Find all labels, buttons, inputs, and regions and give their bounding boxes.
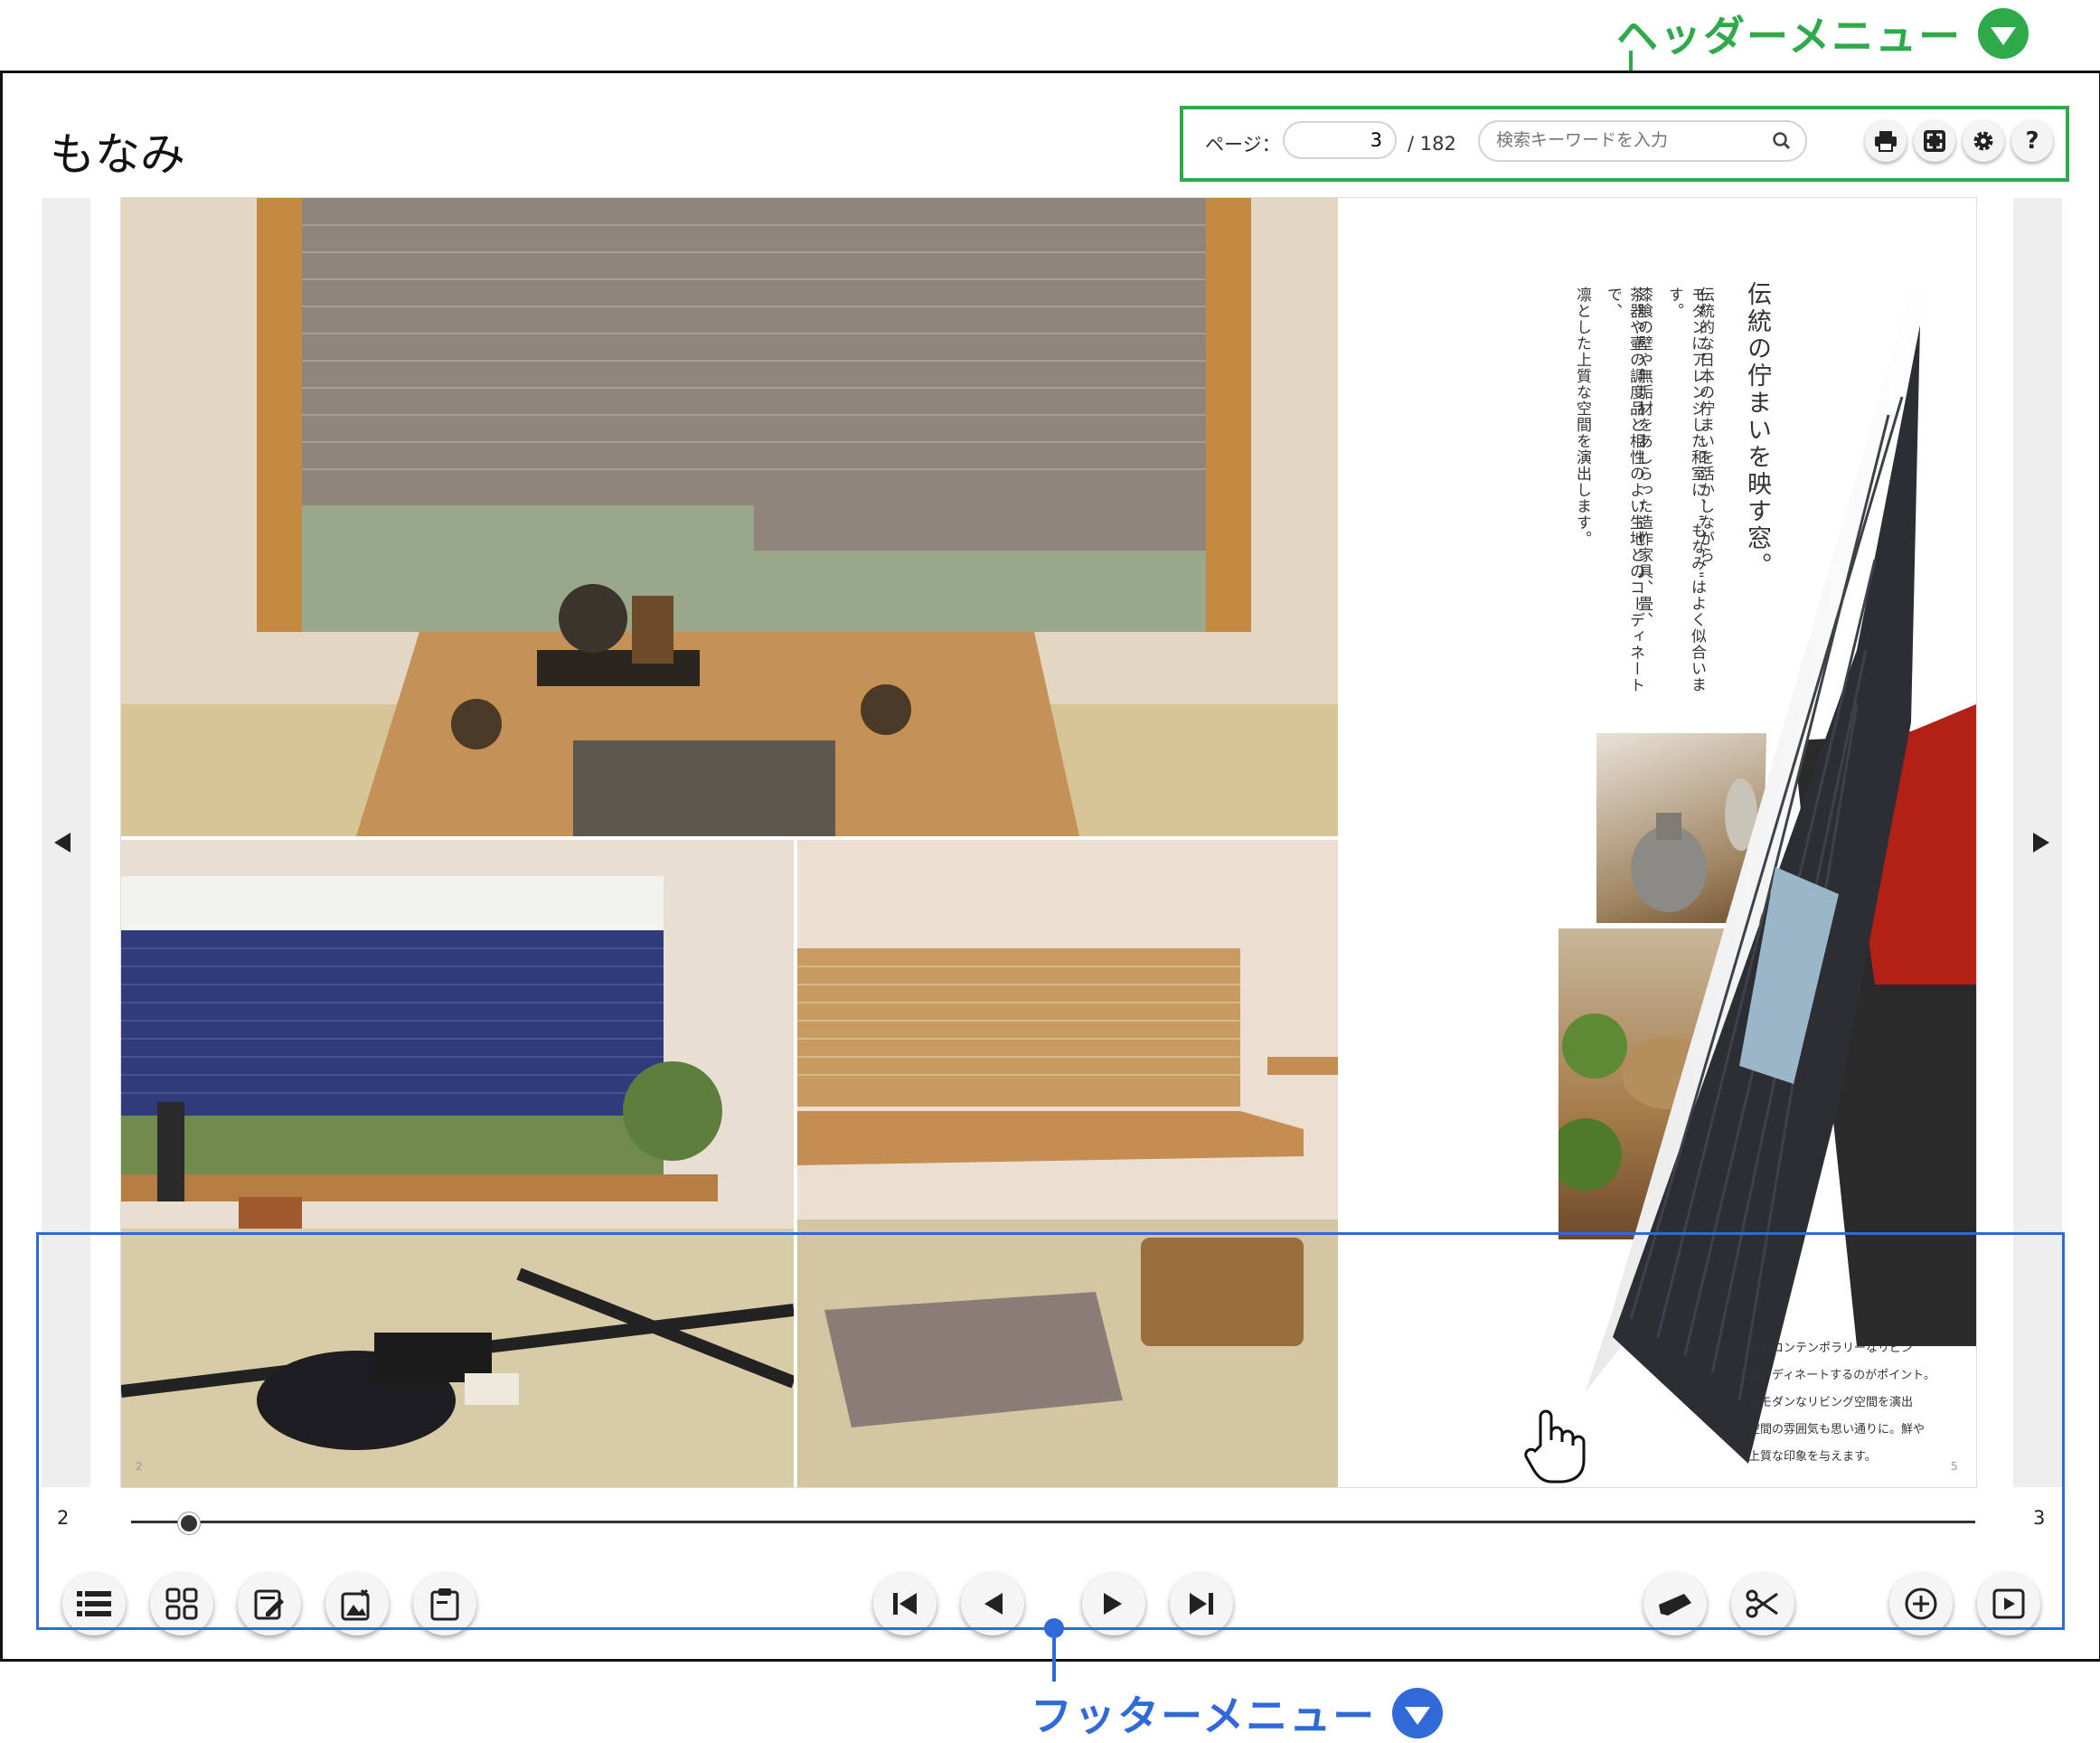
hand-cursor-icon <box>1524 1409 1586 1484</box>
book-spread[interactable]: 2 伝統の佇まいを映す窓。 伝統的な日本の佇まいを活かしながら モダンにアレンジ… <box>121 198 1976 1487</box>
next-page-strip[interactable] <box>2013 198 2062 1487</box>
ebook-viewer: もなみ ページ： / 182 ? <box>0 71 2100 1662</box>
fragment-line-4: 空間の雰囲気も思い通りに。鮮や <box>1748 1423 1926 1437</box>
fragment-line-2: コーディネートするのがポイント。 <box>1748 1369 1935 1382</box>
brand-logo: もなみ <box>50 128 185 181</box>
clipboard-button[interactable] <box>413 1572 476 1635</box>
prev-arrow-icon[interactable] <box>54 833 71 853</box>
header-menu: ページ： / 182 ? <box>1180 106 2069 182</box>
photo-blue-blind-room <box>121 840 794 1487</box>
highlighter-button[interactable] <box>1643 1572 1707 1635</box>
footer-annotation-line <box>1052 1627 1056 1682</box>
header-menu-annotation-label: ヘッダーメニュー <box>1616 12 1963 61</box>
zoom-in-icon <box>1905 1588 1937 1620</box>
thumbnails-icon <box>165 1588 198 1620</box>
down-arrow-icon <box>1392 1688 1444 1738</box>
page-total: / 182 <box>1408 133 1456 155</box>
fullscreen-icon <box>1924 130 1945 152</box>
photo-japanese-room-illustration <box>121 198 1338 836</box>
next-page-text-fragment: れたコンテンポラリーなリビン コーディネートするのがポイント。 にモダンなリビン… <box>1748 1335 1965 1471</box>
photo-blue-blind-illustration <box>121 840 794 1487</box>
highlighter-icon <box>1659 1594 1691 1616</box>
print-button[interactable] <box>1865 120 1907 162</box>
last-page-icon <box>1190 1593 1213 1615</box>
page-curl[interactable] <box>1477 198 1976 1487</box>
slideshow-icon <box>1992 1588 2025 1619</box>
help-icon: ? <box>2025 127 2039 155</box>
prev-page-strip[interactable] <box>42 198 90 1487</box>
header-menu-annotation: ヘッダーメニュー <box>1616 4 2029 63</box>
fragment-line-1: れたコンテンポラリーなリビン <box>1748 1342 1914 1355</box>
page-slider-knob[interactable] <box>178 1512 201 1534</box>
list-icon <box>77 1591 111 1616</box>
print-icon <box>1875 131 1897 152</box>
toc-button[interactable] <box>62 1572 126 1635</box>
fullscreen-button[interactable] <box>1914 120 1955 162</box>
right-page-number: 5 <box>1951 1460 1958 1473</box>
next-page-icon <box>1104 1593 1122 1615</box>
prev-page-button[interactable] <box>961 1572 1024 1635</box>
footer-menu-annotation-label: フッターメニュー <box>1031 1691 1377 1740</box>
zoom-in-button[interactable] <box>1889 1572 1953 1635</box>
clipboard-icon <box>430 1588 459 1621</box>
thumbnails-button[interactable] <box>150 1572 213 1635</box>
memo-icon <box>254 1589 284 1620</box>
last-page-button[interactable] <box>1170 1572 1233 1635</box>
fragment-line-5: 上質な印象を与えます。 <box>1748 1450 1877 1464</box>
help-button[interactable]: ? <box>2011 120 2053 162</box>
first-page-button[interactable] <box>873 1572 937 1635</box>
page-slider-track[interactable] <box>131 1521 1975 1523</box>
photo-corner-window-illustration <box>797 840 1338 1487</box>
search-box[interactable] <box>1478 120 1807 162</box>
first-page-icon <box>893 1593 917 1615</box>
settings-button[interactable] <box>1963 120 2004 162</box>
search-input[interactable] <box>1494 129 1760 151</box>
image-edit-icon <box>341 1588 370 1621</box>
search-icon[interactable] <box>1771 130 1793 155</box>
slideshow-button[interactable] <box>1977 1572 2040 1635</box>
image-edit-button[interactable] <box>325 1572 389 1635</box>
photo-corner-window-room <box>797 840 1338 1487</box>
slider-right-label: 3 <box>2033 1507 2046 1529</box>
scissors-icon <box>1746 1589 1778 1618</box>
photo-japanese-room-top <box>121 198 1338 836</box>
footer-menu-annotation: フッターメニュー <box>1031 1683 1444 1743</box>
left-page-number: 2 <box>136 1460 143 1473</box>
next-page-button[interactable] <box>1082 1572 1145 1635</box>
down-arrow-icon <box>1978 8 2029 59</box>
prev-page-icon <box>984 1593 1003 1615</box>
slider-left-label: 2 <box>57 1507 70 1529</box>
clip-button[interactable] <box>1731 1572 1794 1635</box>
page-label: ページ： <box>1205 134 1281 155</box>
page-number-input[interactable] <box>1283 121 1397 159</box>
gear-icon <box>1973 131 1993 151</box>
next-arrow-icon[interactable] <box>2033 833 2049 853</box>
memo-button[interactable] <box>238 1572 301 1635</box>
fragment-line-3: にモダンなリビング空間を演出 <box>1748 1396 1914 1409</box>
